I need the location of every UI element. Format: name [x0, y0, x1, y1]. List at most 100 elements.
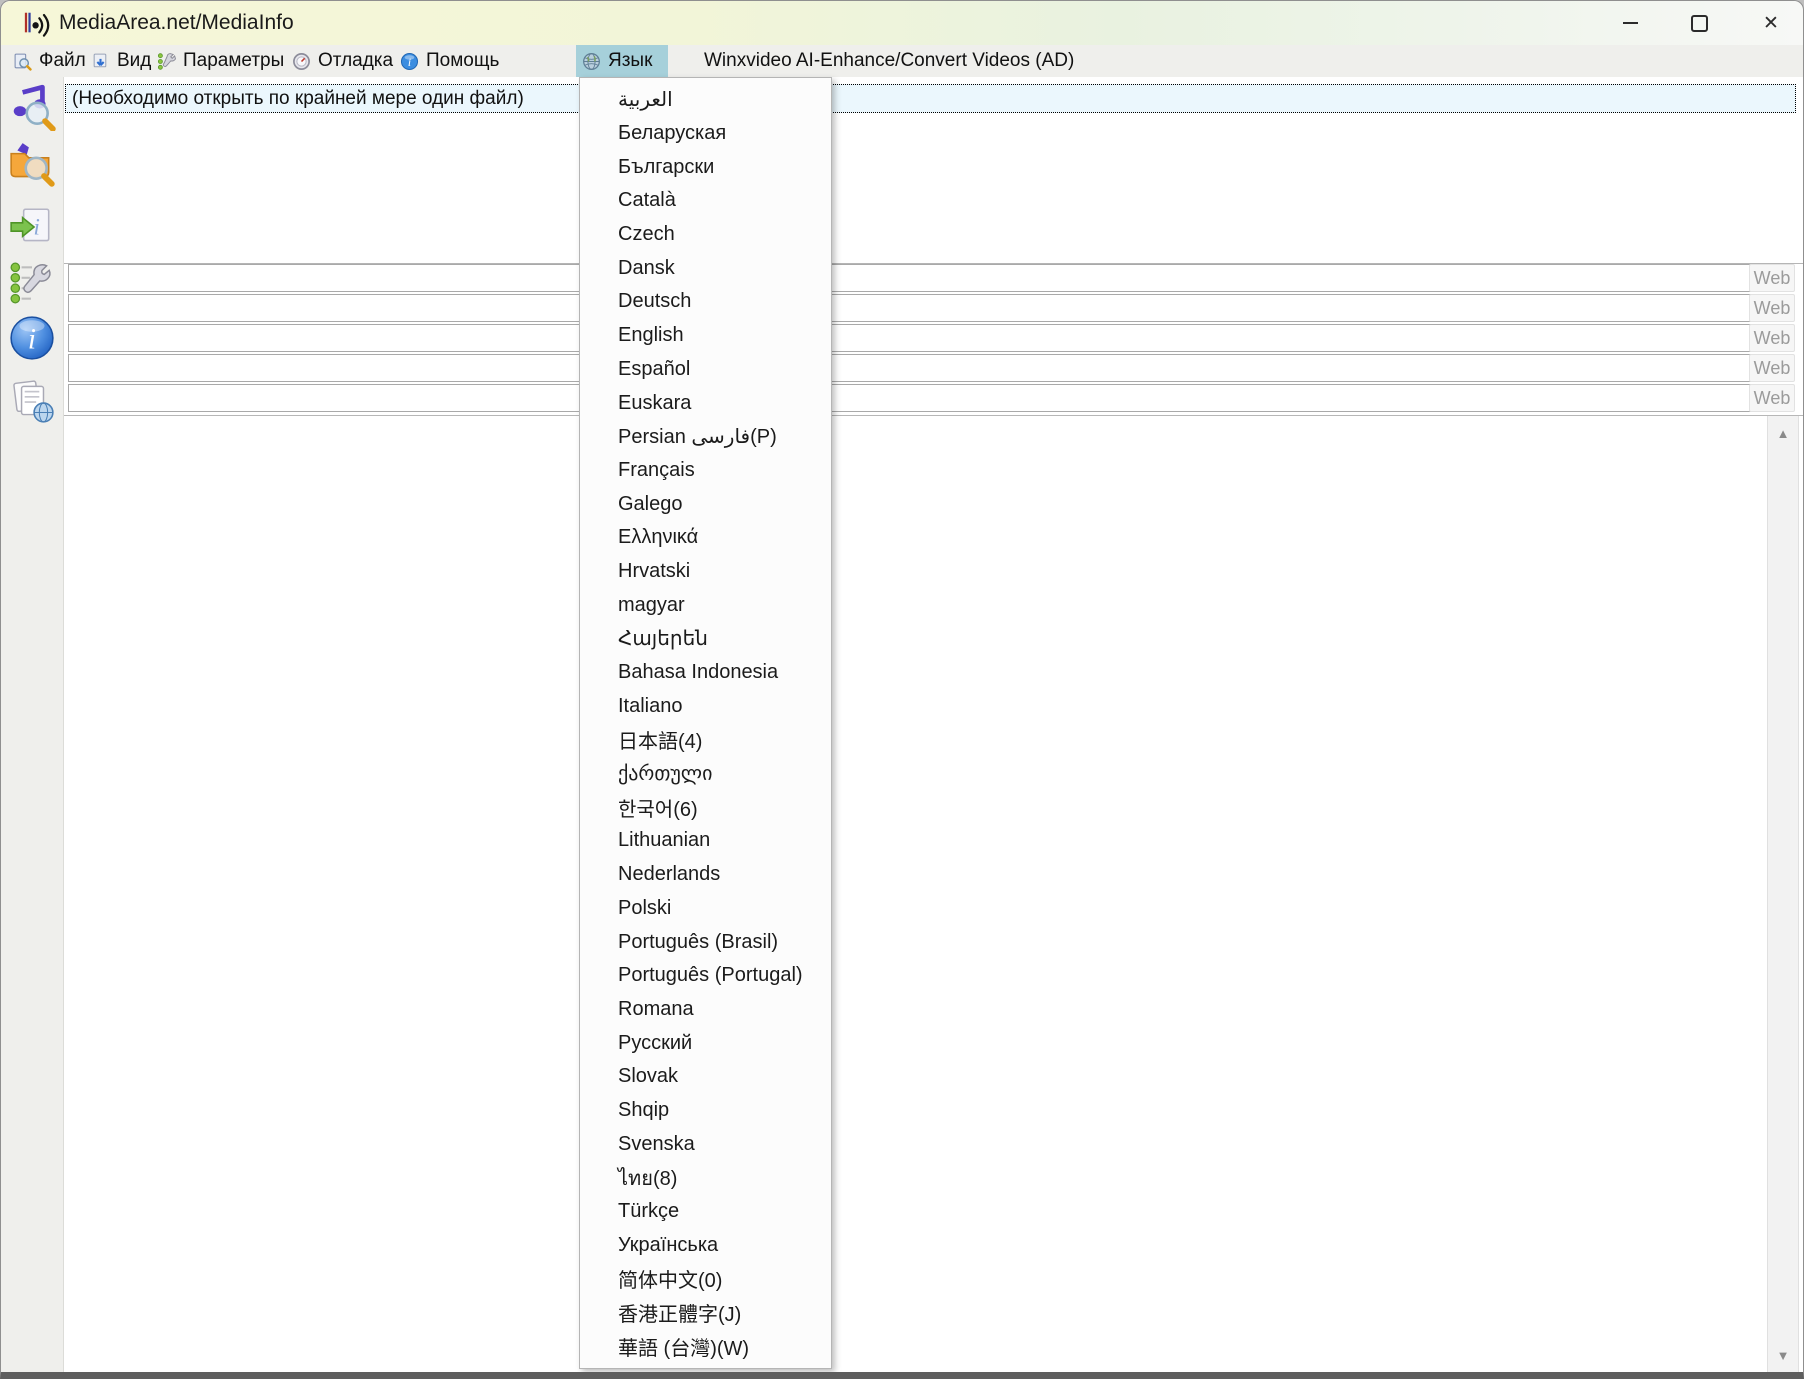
menubar: Файл Вид Параметры Отладка i Помощь Язык…	[1, 45, 1803, 77]
info-field-1[interactable]	[68, 264, 1753, 292]
open-file-button[interactable]	[8, 83, 56, 132]
preferences-button[interactable]	[8, 259, 56, 307]
language-menu-item[interactable]: 한국어(6)	[580, 790, 831, 824]
preferences-icon	[10, 262, 51, 304]
language-menu-item[interactable]: Українська	[580, 1228, 831, 1262]
language-menu-item[interactable]: Հայերեն	[580, 622, 831, 656]
menu-view[interactable]: Вид	[85, 45, 157, 77]
info-field-5[interactable]	[68, 384, 1753, 412]
mediainfo-logo-icon	[23, 9, 51, 37]
web-button-5[interactable]: Web	[1749, 384, 1795, 412]
info-field-2[interactable]	[68, 294, 1753, 322]
open-folder-button[interactable]	[8, 139, 56, 187]
gauge-icon	[293, 52, 310, 70]
language-menu-item[interactable]: Euskara	[580, 386, 831, 420]
info-field-4[interactable]	[68, 354, 1753, 382]
language-menu-item[interactable]: ไทย(8)	[580, 1161, 831, 1195]
language-menu-item[interactable]: Persian فارسی(P)	[580, 420, 831, 454]
menu-options[interactable]: Параметры	[151, 45, 290, 77]
open-folder-icon	[10, 143, 55, 187]
maximize-button[interactable]	[1678, 6, 1720, 40]
language-menu-item[interactable]: Romana	[580, 993, 831, 1027]
scroll-up-icon[interactable]: ▲	[1768, 420, 1798, 446]
language-menu-item[interactable]: Русский	[580, 1026, 831, 1060]
language-menu-item[interactable]: Français	[580, 454, 831, 488]
web-button-1[interactable]: Web	[1749, 264, 1795, 292]
language-menu-item[interactable]: 華語 (台灣)(W)	[580, 1329, 831, 1363]
language-menu-item[interactable]: Shqip	[580, 1094, 831, 1128]
open-file-icon	[13, 84, 56, 132]
language-menu-list: العربية Беларуская Български Català Czech Dan…	[580, 78, 831, 1368]
menu-language[interactable]: Язык	[576, 45, 668, 77]
language-menu-item[interactable]: Svenska	[580, 1127, 831, 1161]
language-menu-item[interactable]: Slovak	[580, 1060, 831, 1094]
language-menu-item[interactable]: Türkçe	[580, 1195, 831, 1229]
language-menu-item[interactable]: Polski	[580, 892, 831, 926]
minimize-button[interactable]	[1609, 6, 1651, 40]
language-menu-item[interactable]: Català	[580, 184, 831, 218]
close-icon: ✕	[1763, 12, 1779, 34]
wrench-list-icon	[157, 52, 176, 70]
menu-debug[interactable]: Отладка	[286, 45, 399, 77]
language-menu-item[interactable]: Português (Brasil)	[580, 925, 831, 959]
language-menu-item[interactable]: Bahasa Indonesia	[580, 656, 831, 690]
window-title: MediaArea.net/MediaInfo	[59, 11, 294, 34]
language-menu-item[interactable]: العربية	[580, 83, 831, 117]
maximize-icon	[1690, 14, 1708, 32]
svg-text:i: i	[408, 55, 411, 68]
menu-winxvideo-ad[interactable]: Winxvideo AI-Enhance/Convert Videos (AD)	[698, 45, 1080, 77]
language-menu-item[interactable]: Dansk	[580, 251, 831, 285]
language-menu-item[interactable]: English	[580, 319, 831, 353]
web-button-2[interactable]: Web	[1749, 294, 1795, 322]
language-menu-item[interactable]: Galego	[580, 487, 831, 521]
language-menu-item[interactable]: Czech	[580, 218, 831, 252]
web-button-3[interactable]: Web	[1749, 324, 1795, 352]
menu-options-label: Параметры	[183, 50, 285, 71]
close-button[interactable]: ✕	[1750, 6, 1792, 40]
menu-view-label: Вид	[117, 50, 152, 71]
language-menu-item[interactable]: Ελληνικά	[580, 521, 831, 555]
language-menu-item[interactable]: magyar	[580, 588, 831, 622]
language-menu-item[interactable]: 香港正體字(J)	[580, 1296, 831, 1330]
web-report-icon	[13, 380, 54, 423]
menu-winxvideo-ad-label: Winxvideo AI-Enhance/Convert Videos (AD)	[704, 50, 1075, 71]
scroll-down-icon[interactable]: ▼	[1768, 1342, 1798, 1368]
notice-field[interactable]: (Необходимо открыть по крайней мере один…	[65, 84, 1796, 113]
language-menu-item[interactable]: Hrvatski	[580, 555, 831, 589]
view-icon	[93, 53, 107, 67]
vertical-scrollbar[interactable]: ▲ ▼	[1767, 416, 1799, 1372]
info-field-3[interactable]	[68, 324, 1753, 352]
language-menu: العربية Беларуская Български Català Czech Dan…	[579, 77, 832, 1369]
mediainfo-window: MediaArea.net/MediaInfo ✕ Файл Вид Парам…	[0, 0, 1804, 1379]
about-button[interactable]: i	[8, 314, 56, 362]
titlebar: MediaArea.net/MediaInfo ✕	[1, 1, 1803, 45]
menu-language-label: Язык	[608, 50, 653, 71]
language-menu-item[interactable]: Nederlands	[580, 858, 831, 892]
toolbar: i i	[1, 77, 64, 1372]
export-info-button[interactable]: i	[8, 203, 56, 251]
menu-file-label: Файл	[39, 50, 86, 71]
language-menu-item[interactable]: Português (Portugal)	[580, 959, 831, 993]
language-menu-item[interactable]: Deutsch	[580, 285, 831, 319]
menu-file[interactable]: Файл	[7, 45, 92, 77]
minimize-icon	[1622, 22, 1638, 24]
svg-text:i: i	[28, 323, 36, 355]
file-search-icon	[14, 53, 32, 71]
menu-debug-label: Отладка	[318, 50, 394, 71]
info-panel	[64, 415, 1803, 1372]
web-button-4[interactable]: Web	[1749, 354, 1795, 382]
about-icon: i	[10, 316, 54, 360]
export-info-icon: i	[10, 208, 50, 242]
web-report-button[interactable]	[8, 377, 56, 425]
language-menu-item[interactable]: Lithuanian	[580, 824, 831, 858]
language-menu-item[interactable]: Български	[580, 150, 831, 184]
language-menu-item[interactable]: ქართული	[580, 757, 831, 791]
language-menu-item[interactable]: Italiano	[580, 689, 831, 723]
language-menu-item[interactable]: 简体中文(0)	[580, 1262, 831, 1296]
globe-icon	[583, 52, 600, 70]
language-menu-item[interactable]: Español	[580, 353, 831, 387]
language-menu-item[interactable]: 日本語(4)	[580, 723, 831, 757]
menu-help-label: Помощь	[426, 50, 500, 71]
language-menu-item[interactable]: Беларуская	[580, 117, 831, 151]
menu-help[interactable]: i Помощь	[394, 45, 505, 77]
